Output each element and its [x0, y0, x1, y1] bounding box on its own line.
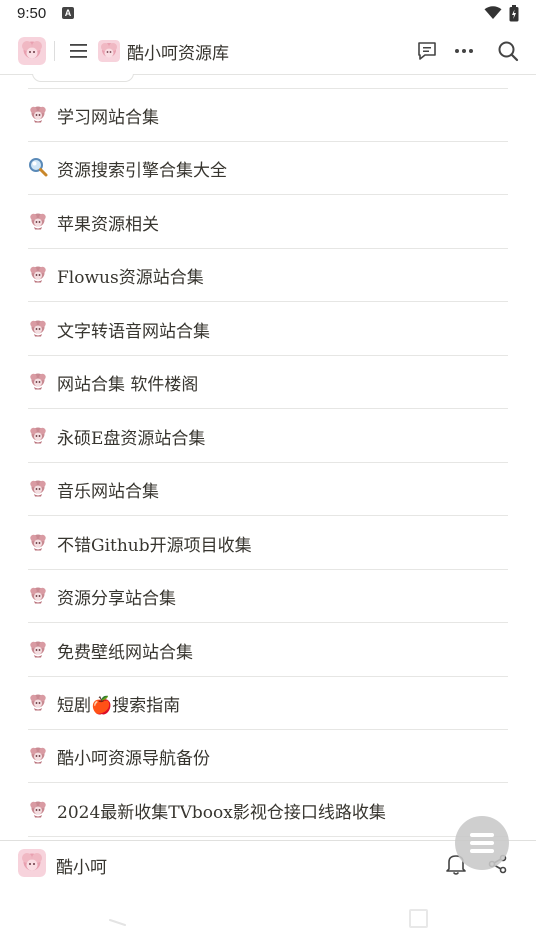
- magnifier-icon: [28, 157, 48, 177]
- list-item[interactable]: Flowus资源站合集: [28, 248, 508, 303]
- doll-icon: [28, 639, 48, 659]
- search-icon[interactable]: [497, 40, 519, 62]
- list-item[interactable]: 酷小呵资源导航备份: [28, 729, 508, 784]
- list-item-label: 资源搜索引擎合集大全: [57, 161, 227, 182]
- list-item[interactable]: 2024最新收集TVboox影视仓接口线路收集: [28, 783, 508, 837]
- list-item-label: 短剧🍎搜索指南: [57, 695, 181, 716]
- doll-icon: [28, 478, 48, 498]
- list-item-label: 2024最新收集TVboox影视仓接口线路收集: [57, 802, 386, 823]
- doll-icon: [28, 425, 48, 445]
- workspace-avatar[interactable]: [18, 37, 46, 65]
- list-item-label: 酷小呵资源导航备份: [57, 749, 210, 770]
- menu-icon[interactable]: [68, 40, 90, 62]
- doll-icon: [28, 264, 48, 284]
- list-item-label: 学习网站合集: [57, 108, 159, 128]
- doll-icon: [28, 799, 48, 819]
- doll-icon: [28, 745, 48, 765]
- list-item[interactable]: 音乐网站合集: [28, 462, 508, 517]
- author-name[interactable]: 酷小呵: [56, 853, 107, 878]
- list-item-label: 文字转语音网站合集: [57, 321, 210, 342]
- comment-icon[interactable]: [416, 40, 438, 62]
- list-item-label: 免费壁纸网站合集: [57, 642, 193, 663]
- status-bar: 9:50 A: [0, 0, 536, 28]
- list-item-label: 永硕E盘资源站合集: [57, 428, 206, 449]
- doll-icon: [28, 692, 48, 712]
- page-title: 酷小呵资源库: [127, 44, 229, 64]
- doll-icon: [28, 371, 48, 391]
- battery-icon: [509, 5, 519, 22]
- doll-icon: [28, 211, 48, 231]
- author-avatar[interactable]: [18, 849, 46, 877]
- list-item-label: 资源分享站合集: [57, 589, 176, 610]
- list-item[interactable]: 短剧🍎搜索指南: [28, 676, 508, 730]
- system-nav-bar: [0, 886, 536, 951]
- tag-pill: [32, 74, 134, 82]
- list-item[interactable]: 文字转语音网站合集: [28, 302, 508, 356]
- list-item[interactable]: 网站合集 软件楼阁: [28, 355, 508, 410]
- floating-menu-button[interactable]: [455, 816, 509, 870]
- list-item[interactable]: 不错Github开源项目收集: [28, 516, 508, 570]
- list-item[interactable]: 苹果资源相关: [28, 195, 508, 249]
- doll-icon: [28, 585, 48, 605]
- list-item[interactable]: 学习网站合集: [28, 88, 508, 142]
- app-header: 酷小呵资源库: [0, 28, 536, 75]
- nav-back-icon[interactable]: [108, 914, 128, 926]
- list-item-label: 音乐网站合集: [57, 482, 159, 503]
- fab-line-icon: [470, 833, 494, 837]
- page-avatar: [98, 40, 120, 62]
- wifi-icon: [484, 6, 502, 20]
- list-item-label: 网站合集 软件楼阁: [57, 375, 199, 396]
- fab-line-icon: [470, 849, 494, 853]
- page-list: 学习网站合集 资源搜索引擎合集大全 苹果资源相关 Flowus资源站合集 文字转…: [0, 74, 536, 840]
- status-indicator-icon: A: [62, 7, 74, 19]
- fab-line-icon: [470, 841, 494, 845]
- list-item-label: 不错Github开源项目收集: [57, 535, 252, 556]
- list-item[interactable]: 资源搜索引擎合集大全: [28, 141, 508, 196]
- list-item[interactable]: 免费壁纸网站合集: [28, 623, 508, 677]
- nav-recents-icon[interactable]: [409, 909, 428, 928]
- list-item-label: Flowus资源站合集: [57, 268, 204, 289]
- list-item-label: 苹果资源相关: [57, 214, 159, 235]
- list-item[interactable]: 永硕E盘资源站合集: [28, 409, 508, 463]
- header-divider: [54, 41, 55, 61]
- doll-icon: [28, 318, 48, 338]
- status-time: 9:50: [17, 5, 47, 22]
- doll-icon: [28, 532, 48, 552]
- list-item[interactable]: 资源分享站合集: [28, 569, 508, 624]
- more-icon[interactable]: [453, 40, 475, 62]
- doll-icon: [28, 104, 48, 124]
